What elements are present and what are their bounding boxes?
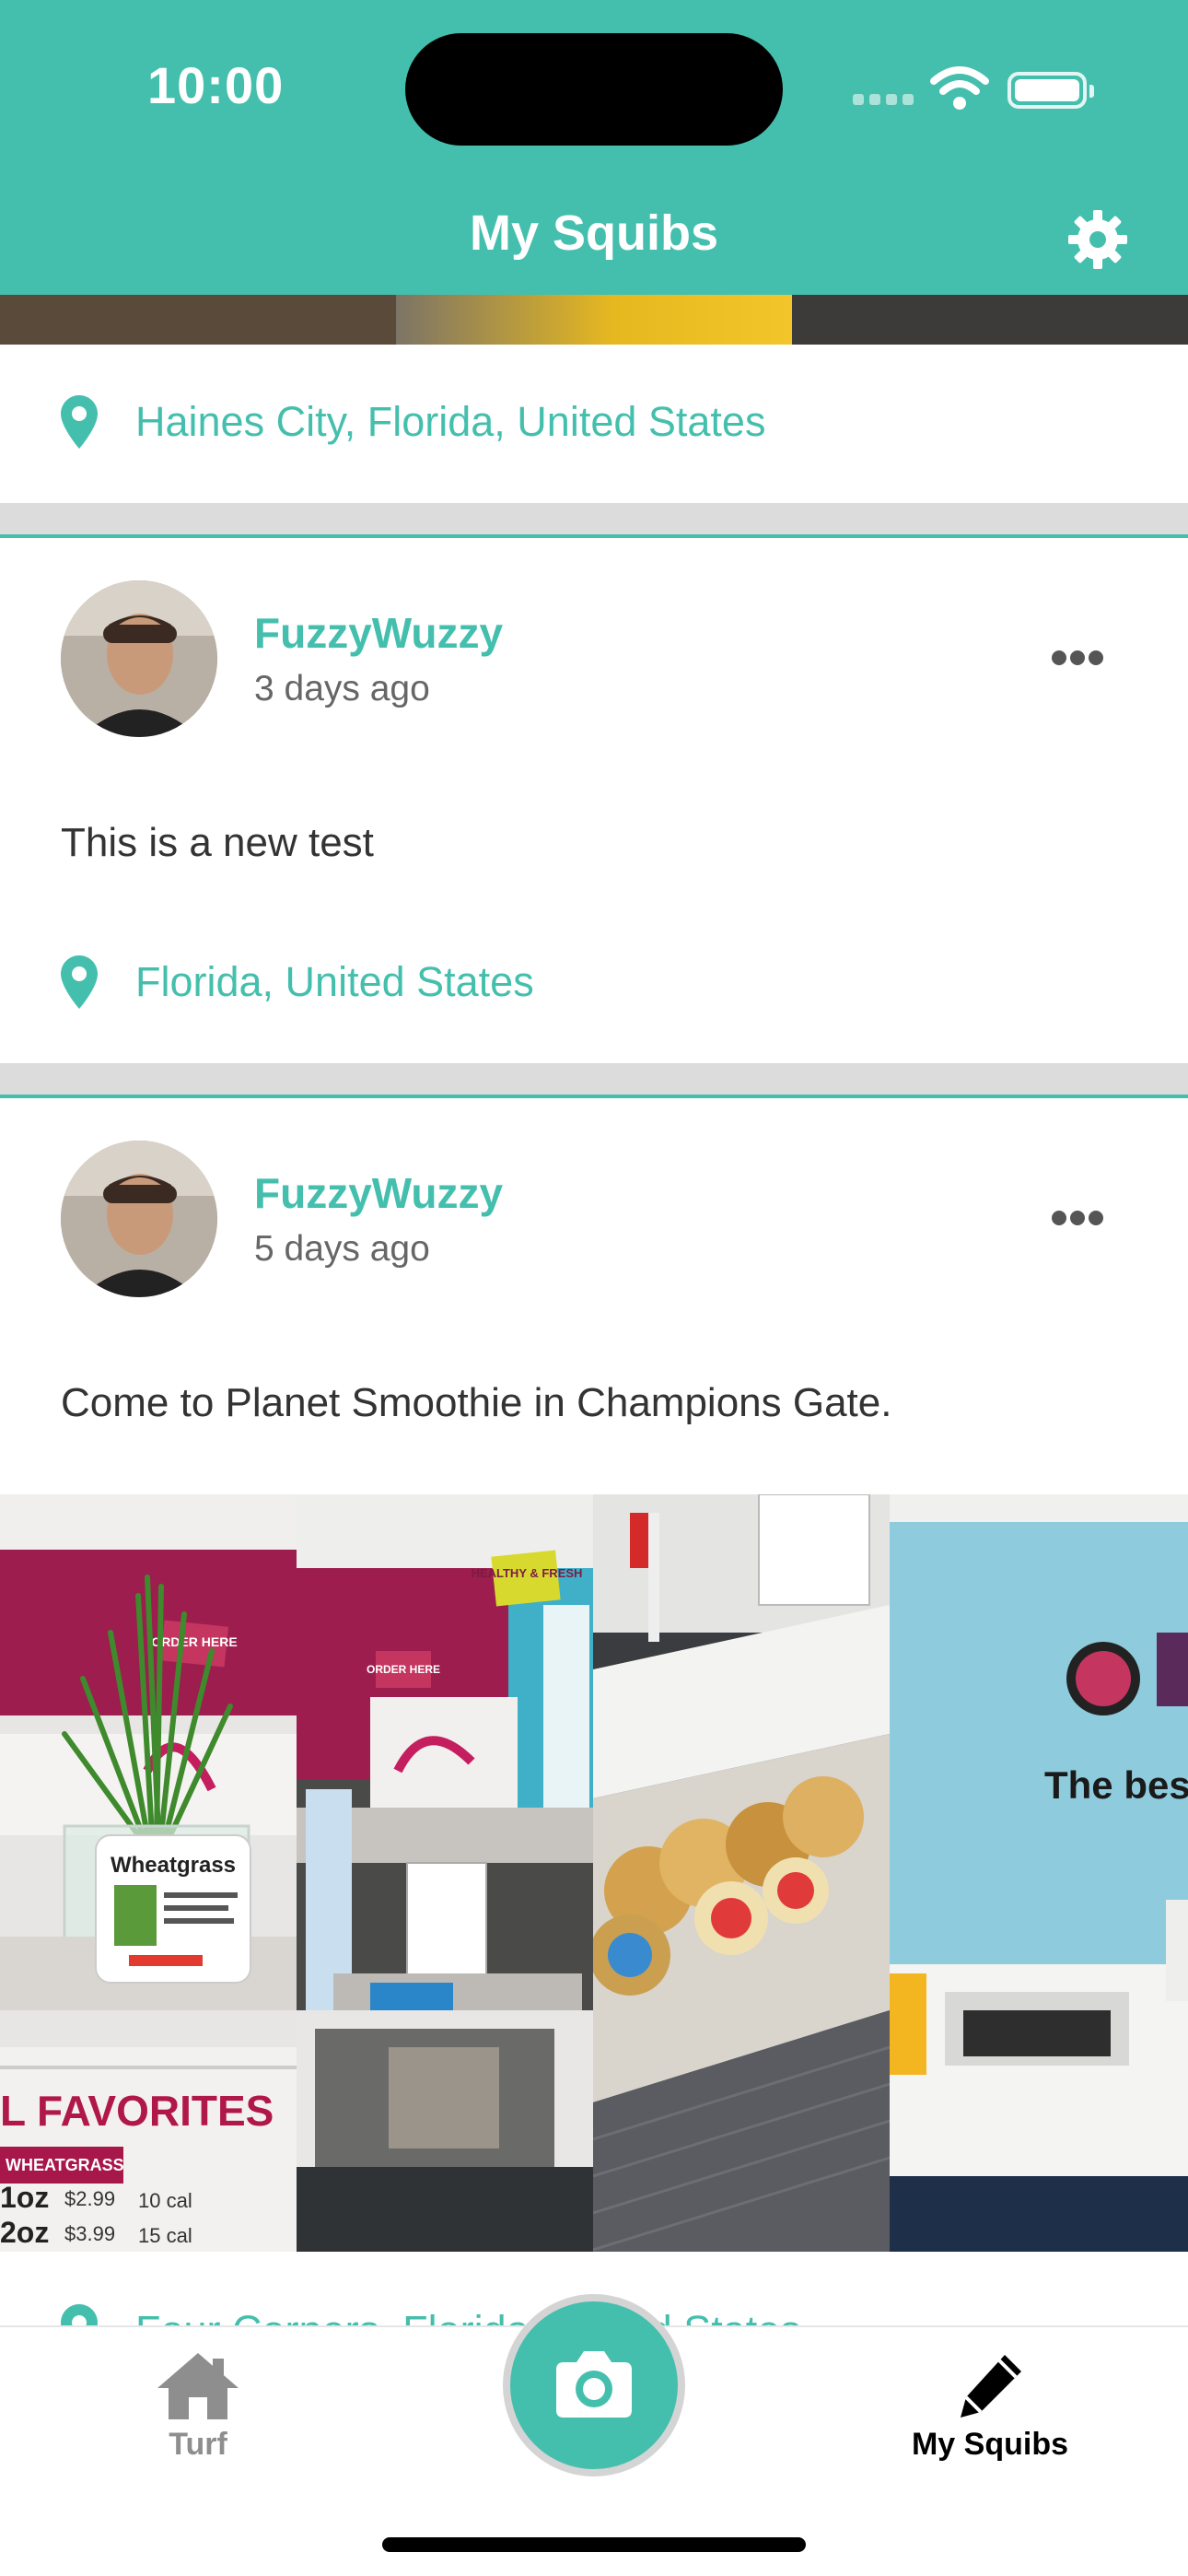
status-time: 10:00 — [147, 56, 285, 114]
wall-sign-text: ORDER HERE — [151, 1634, 237, 1649]
gallery-photo[interactable]: The best — [890, 1494, 1188, 2252]
app-header: 10:00 My Squibs — [0, 0, 1188, 295]
post-timestamp: 5 days ago — [254, 1229, 430, 1269]
gear-icon[interactable] — [1068, 210, 1127, 269]
menu-cal-text: 10 cal — [138, 2189, 192, 2212]
battery-icon — [1007, 72, 1094, 109]
post-username[interactable]: FuzzyWuzzy — [254, 608, 503, 658]
camera-icon — [556, 2351, 632, 2418]
more-options-icon[interactable] — [1052, 1211, 1103, 1227]
more-options-icon[interactable] — [1052, 650, 1103, 667]
avatar-photo — [61, 1141, 217, 1297]
avatar[interactable] — [61, 1141, 217, 1297]
menu-price-text: $2.99 — [64, 2187, 115, 2210]
menu-cal-text: 15 cal — [138, 2224, 192, 2247]
tab-label: My Squibs — [911, 2427, 1069, 2462]
home-icon — [157, 2353, 239, 2419]
gallery-photo[interactable]: HEALTHY & FRESH ORDER HERE — [297, 1494, 593, 2252]
menu-size-text: 2oz — [0, 2216, 49, 2249]
page-title: My Squibs — [469, 205, 719, 261]
tab-label: Turf — [169, 2427, 227, 2462]
partial-photo[interactable] — [0, 295, 396, 345]
post-text: This is a new test — [61, 820, 374, 865]
wifi-icon — [930, 66, 989, 110]
post-username[interactable]: FuzzyWuzzy — [254, 1168, 503, 1218]
post-timestamp: 3 days ago — [254, 669, 430, 708]
partial-photo[interactable] — [792, 295, 1188, 345]
avatar-photo — [61, 580, 217, 737]
photo-gallery[interactable]: ORDER HERE Wheatgrass L FAVORITES WHEATG… — [0, 1494, 1188, 2252]
partial-photo[interactable] — [396, 295, 792, 345]
location-label: Florida, United States — [135, 958, 534, 1005]
location-pin-icon — [61, 955, 98, 1009]
location-pin-icon — [61, 395, 98, 449]
pencil-icon — [961, 2355, 1021, 2418]
partial-post-location[interactable]: Haines City, Florida, United States — [0, 385, 1188, 459]
camera-button[interactable] — [503, 2294, 685, 2476]
wall-sign-text: ORDER HERE — [367, 1663, 440, 1676]
dynamic-island — [405, 33, 783, 146]
post-location[interactable]: Florida, United States — [0, 945, 1188, 1019]
avatar[interactable] — [61, 580, 217, 737]
location-label: Haines City, Florida, United States — [135, 398, 766, 445]
menu-item-text: WHEATGRASS — [6, 2156, 124, 2174]
post-divider — [0, 1063, 1188, 1098]
tag-text: HEALTHY & FRESH — [472, 1566, 583, 1580]
wall-text: The best — [1044, 1763, 1188, 1807]
home-indicator[interactable] — [382, 2537, 806, 2552]
sign-title-text: Wheatgrass — [111, 1853, 236, 1878]
cellular-signal-icon — [853, 94, 914, 107]
tab-my-squibs[interactable]: My Squibs — [884, 2349, 1096, 2463]
gallery-photo[interactable]: ORDER HERE Wheatgrass L FAVORITES WHEATG… — [0, 1494, 297, 2252]
tab-turf[interactable]: Turf — [129, 2349, 267, 2463]
post-divider — [0, 503, 1188, 538]
post-text: Come to Planet Smoothie in Champions Gat… — [61, 1380, 892, 1425]
gallery-photo[interactable] — [593, 1494, 890, 2252]
menu-price-text: $3.99 — [64, 2222, 115, 2245]
menu-banner-text: L FAVORITES — [0, 2087, 274, 2135]
partial-post-photos[interactable] — [0, 295, 1188, 345]
menu-size-text: 1oz — [0, 2181, 49, 2214]
